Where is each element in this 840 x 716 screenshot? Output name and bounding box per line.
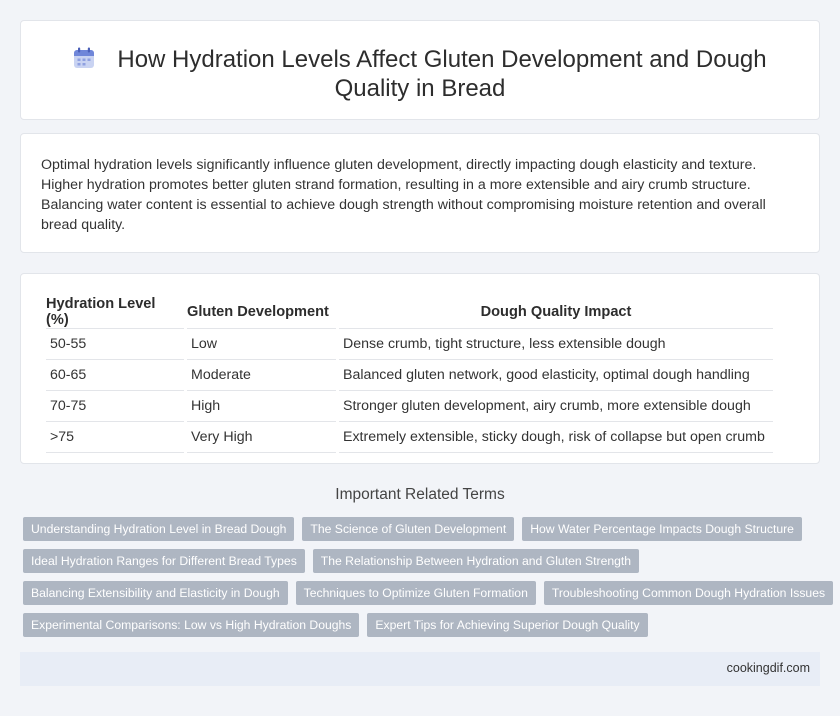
page-title-block: How Hydration Levels Affect Gluten Devel… (21, 45, 819, 103)
related-term-tag[interactable]: Expert Tips for Achieving Superior Dough… (367, 613, 648, 637)
tag-row: Experimental Comparisons: Low vs High Hy… (23, 613, 823, 637)
column-header-gluten: Gluten Development (187, 296, 336, 329)
table-cell: Dense crumb, tight structure, less exten… (339, 329, 773, 360)
tag-row: Understanding Hydration Level in Bread D… (23, 517, 823, 541)
table-header-row: Hydration Level (%) Gluten Development D… (46, 296, 773, 329)
table-row: 60-65 Moderate Balanced gluten network, … (46, 360, 773, 391)
related-term-tag[interactable]: Understanding Hydration Level in Bread D… (23, 517, 295, 541)
column-header-hydration: Hydration Level (%) (46, 296, 184, 329)
header-card: How Hydration Levels Affect Gluten Devel… (20, 20, 820, 120)
related-term-tag[interactable]: The Science of Gluten Development (302, 517, 515, 541)
table-row: >75 Very High Extremely extensible, stic… (46, 422, 773, 453)
table-cell: 60-65 (46, 360, 184, 391)
table-cell: Very High (187, 422, 336, 453)
table-row: 50-55 Low Dense crumb, tight structure, … (46, 329, 773, 360)
tag-row: Balancing Extensibility and Elasticity i… (23, 581, 834, 605)
related-term-tag[interactable]: Techniques to Optimize Gluten Formation (295, 581, 536, 605)
table-cell: Stronger gluten development, airy crumb,… (339, 391, 773, 422)
related-term-tag[interactable]: Balancing Extensibility and Elasticity i… (23, 581, 288, 605)
table-cell: Moderate (187, 360, 336, 391)
table-cell: Balanced gluten network, good elasticity… (339, 360, 773, 391)
table-cell: >75 (46, 422, 184, 453)
related-term-tag[interactable]: The Relationship Between Hydration and G… (312, 549, 640, 573)
table-cell: High (187, 391, 336, 422)
table-cell: Extremely extensible, sticky dough, risk… (339, 422, 773, 453)
table-cell: 70-75 (46, 391, 184, 422)
hydration-table: Hydration Level (%) Gluten Development D… (43, 296, 776, 453)
table-cell: Low (187, 329, 336, 360)
related-terms-list: Understanding Hydration Level in Bread D… (23, 517, 834, 645)
footer-site-link[interactable]: cookingdif.com (727, 661, 810, 675)
table-row: 70-75 High Stronger gluten development, … (46, 391, 773, 422)
related-terms-title: Important Related Terms (335, 486, 505, 503)
calendar-icon (73, 47, 95, 69)
related-term-tag[interactable]: Ideal Hydration Ranges for Different Bre… (23, 549, 305, 573)
related-term-tag[interactable]: Experimental Comparisons: Low vs High Hy… (23, 613, 360, 637)
summary-text: Optimal hydration levels significantly i… (41, 157, 766, 233)
related-term-tag[interactable]: How Water Percentage Impacts Dough Struc… (522, 517, 802, 541)
table-card: Hydration Level (%) Gluten Development D… (20, 273, 820, 464)
summary-card: Optimal hydration levels significantly i… (20, 133, 820, 253)
footer: cookingdif.com (20, 652, 820, 686)
column-header-quality: Dough Quality Impact (339, 296, 773, 329)
table-cell: 50-55 (46, 329, 184, 360)
tag-row: Ideal Hydration Ranges for Different Bre… (23, 549, 823, 573)
page-title: How Hydration Levels Affect Gluten Devel… (117, 46, 767, 102)
related-term-tag[interactable]: Troubleshooting Common Dough Hydration I… (543, 581, 834, 605)
